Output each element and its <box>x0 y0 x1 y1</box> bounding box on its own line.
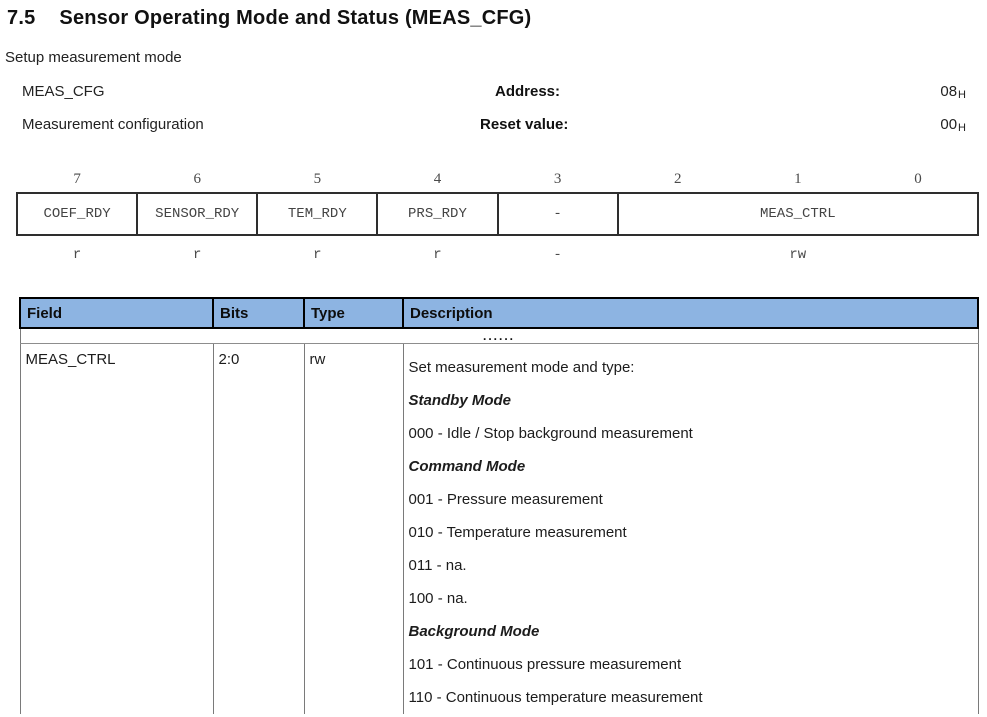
bit-number: 0 <box>858 166 978 193</box>
field-description-table: Field Bits Type Description ...... MEAS_… <box>19 297 979 714</box>
description-line: Command Mode <box>409 450 978 483</box>
bit-field-cell: TEM_RDY <box>257 193 377 235</box>
address-hex-suffix: H <box>958 89 966 101</box>
bit-field-row: COEF_RDY SENSOR_RDY TEM_RDY PRS_RDY - ME… <box>17 193 978 235</box>
column-header-bits: Bits <box>213 298 304 328</box>
description-line: 000 - Idle / Stop background measurement <box>409 417 978 450</box>
field-description-cell: Set measurement mode and type: Standby M… <box>403 344 978 715</box>
register-reset-row: Measurement configuration Reset value: 0… <box>22 116 966 134</box>
field-bits-cell: 2:0 <box>213 344 304 715</box>
bit-access: r <box>137 235 257 264</box>
bit-field-cell: SENSOR_RDY <box>137 193 257 235</box>
reset-value: 00H <box>940 116 966 133</box>
bit-access: rw <box>618 235 978 264</box>
section-title: Sensor Operating Mode and Status (MEAS_C… <box>59 7 531 29</box>
register-name: MEAS_CFG <box>22 83 105 100</box>
bit-number: 7 <box>17 166 137 193</box>
description-line: Standby Mode <box>409 384 978 417</box>
section-heading: 7.5 Sensor Operating Mode and Status (MEA… <box>7 7 531 30</box>
bit-access: - <box>498 235 618 264</box>
bit-number: 5 <box>257 166 377 193</box>
register-description: Measurement configuration <box>22 116 204 133</box>
description-line: Background Mode <box>409 615 978 648</box>
bit-access-row: r r r r - rw <box>17 235 978 264</box>
bit-access: r <box>377 235 497 264</box>
field-row-meas-ctrl: MEAS_CTRL 2:0 rw Set measurement mode an… <box>20 344 978 715</box>
field-name-cell: MEAS_CTRL <box>20 344 213 715</box>
description-line: Set measurement mode and type: <box>409 351 978 384</box>
field-table-header-row: Field Bits Type Description <box>20 298 978 328</box>
section-number: 7.5 <box>7 7 35 29</box>
bit-access: r <box>257 235 377 264</box>
description-line: 011 - na. <box>409 549 978 582</box>
bit-layout-table: 7 6 5 4 3 2 1 0 COEF_RDY SENSOR_RDY TEM_… <box>16 166 979 264</box>
description-line: 001 - Pressure measurement <box>409 483 978 516</box>
reset-hex-suffix: H <box>958 122 966 134</box>
description-line: 100 - na. <box>409 582 978 615</box>
address-hex: 08 <box>940 83 957 100</box>
bit-access: r <box>17 235 137 264</box>
ellipsis-row: ...... <box>20 328 978 344</box>
description-line: 010 - Temperature measurement <box>409 516 978 549</box>
description-line: 101 - Continuous pressure measurement <box>409 648 978 681</box>
bit-field-cell: MEAS_CTRL <box>618 193 978 235</box>
bit-number: 2 <box>618 166 738 193</box>
address-label: Address: <box>495 83 560 100</box>
bit-field-cell: COEF_RDY <box>17 193 137 235</box>
bit-number: 1 <box>738 166 858 193</box>
reset-hex: 00 <box>940 116 957 133</box>
bit-number: 3 <box>498 166 618 193</box>
bit-field-cell: PRS_RDY <box>377 193 497 235</box>
column-header-type: Type <box>304 298 403 328</box>
address-value: 08H <box>940 83 966 100</box>
bit-number-row: 7 6 5 4 3 2 1 0 <box>17 166 978 193</box>
bit-field-cell: - <box>498 193 618 235</box>
register-subtitle: Setup measurement mode <box>5 49 182 66</box>
ellipsis-text: ...... <box>20 328 978 344</box>
bit-number: 4 <box>377 166 497 193</box>
register-address-row: MEAS_CFG Address: 08H <box>22 83 966 101</box>
reset-value-label: Reset value: <box>480 116 568 133</box>
bit-number: 6 <box>137 166 257 193</box>
description-line: 110 - Continuous temperature measurement <box>409 681 978 714</box>
column-header-field: Field <box>20 298 213 328</box>
field-type-cell: rw <box>304 344 403 715</box>
column-header-description: Description <box>403 298 978 328</box>
